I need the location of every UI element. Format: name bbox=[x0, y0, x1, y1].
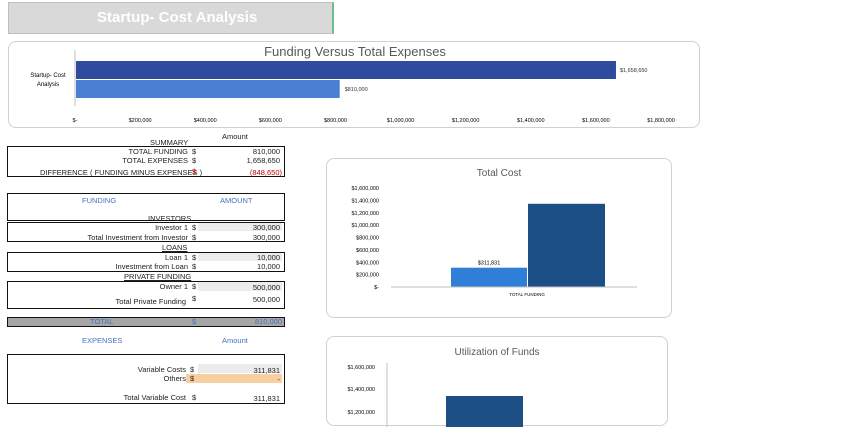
chart2-data-label: $311,831 bbox=[478, 261, 501, 267]
chart1-category-label: Analysis bbox=[37, 82, 59, 88]
variable-costs-currency: $ bbox=[190, 365, 195, 374]
chart1-data-label: $810,000 bbox=[345, 87, 368, 93]
owner1-value: 500,000 bbox=[252, 283, 280, 292]
chart3-title: Utilization of Funds bbox=[454, 347, 539, 358]
difference-label: DIFFERENCE ( FUNDING MINUS EXPENSES ) bbox=[40, 168, 203, 177]
chart1-tick-label: $1,400,000 bbox=[517, 118, 545, 124]
chart1-category-label: Startup- Cost bbox=[30, 73, 66, 79]
total-expenses-currency: $ bbox=[192, 156, 197, 165]
total-variable-cost-value: 311,831 bbox=[253, 394, 280, 403]
chart1-title: Funding Versus Total Expenses bbox=[264, 44, 446, 59]
variable-costs-label: Variable Costs bbox=[137, 365, 186, 374]
investor1-currency: $ bbox=[192, 223, 197, 232]
chart2-tick-label: $1,200,000 bbox=[351, 211, 379, 217]
chart1-tick-label: $200,000 bbox=[129, 118, 152, 124]
chart2-tick-label: $400,000 bbox=[356, 260, 379, 266]
private-total-currency: $ bbox=[192, 294, 197, 303]
loan1-label: Loan 1 bbox=[165, 253, 188, 262]
chart1-tick-label: $1,800,000 bbox=[647, 118, 675, 124]
chart1-bar bbox=[76, 61, 616, 79]
investor1-label: Investor 1 bbox=[155, 223, 188, 232]
chart2-tick-label: $- bbox=[374, 285, 379, 291]
chart2-tick-label: $800,000 bbox=[356, 236, 379, 242]
private-total-label: Total Private Funding bbox=[115, 297, 186, 306]
loan-total-currency: $ bbox=[192, 262, 197, 271]
title-banner: Startup- Cost Analysis bbox=[8, 2, 334, 34]
chart2-title: Total Cost bbox=[477, 168, 522, 179]
chart2-tick-label: $1,600,000 bbox=[351, 186, 379, 192]
total-funding-value: 810,000 bbox=[252, 147, 280, 156]
chart2-tick-label: $1,400,000 bbox=[351, 198, 379, 204]
loan1-currency: $ bbox=[192, 253, 197, 262]
difference-value: (848,650) bbox=[249, 168, 282, 177]
funding-total-value: 810,000 bbox=[254, 317, 282, 326]
chart3-bar bbox=[446, 396, 523, 432]
funding-total-label: TOTAL bbox=[90, 317, 114, 326]
page-title: Startup- Cost Analysis bbox=[97, 9, 258, 26]
funding-total-currency: $ bbox=[192, 317, 197, 326]
private-total-value: 500,000 bbox=[252, 295, 280, 304]
loan1-value: 10,000 bbox=[257, 253, 280, 262]
chart2-tick-label: $1,000,000 bbox=[351, 223, 379, 229]
chart1-tick-label: $1,000,000 bbox=[387, 118, 415, 124]
owner1-label: Owner 1 bbox=[159, 282, 188, 291]
expenses-amount-header: Amount bbox=[222, 336, 248, 345]
investor-total-value: 300,000 bbox=[252, 233, 280, 242]
funding-header: FUNDING bbox=[82, 196, 117, 205]
private-funding-heading: PRIVATE FUNDING bbox=[124, 272, 192, 281]
loan-total-value: 10,000 bbox=[257, 262, 280, 271]
chart2-tick-label: $600,000 bbox=[356, 248, 379, 254]
loan-total-label: Investment from Loan bbox=[115, 262, 188, 271]
chart3-tick-label: $1,400,000 bbox=[347, 387, 375, 393]
total-cost-chart-card: Total Cost $- $200,000 $400,000 $600,000 $800… bbox=[326, 158, 672, 318]
expenses-header: EXPENSES bbox=[82, 336, 123, 345]
chart2-category-label: TOTAL FUNDING bbox=[509, 292, 545, 297]
total-expenses-label: TOTAL EXPENSES bbox=[122, 156, 188, 165]
chart2-tick-label: $200,000 bbox=[356, 273, 379, 279]
total-expenses-value: 1,658,650 bbox=[246, 156, 280, 165]
others-label: Others bbox=[163, 374, 186, 383]
funding-amount-header: AMOUNT bbox=[220, 196, 253, 205]
investor-total-label: Total Investment from Investor bbox=[87, 233, 188, 242]
chart1-tick-label: $400,000 bbox=[194, 118, 217, 124]
chart1-tick-label: $800,000 bbox=[324, 118, 347, 124]
chart3-tick-label: $1,200,000 bbox=[347, 410, 375, 416]
total-funding-currency: $ bbox=[192, 147, 197, 156]
others-value: - bbox=[277, 375, 281, 384]
difference-currency: $ bbox=[192, 167, 197, 176]
total-variable-cost-currency: $ bbox=[192, 393, 197, 402]
chart1-tick-label: $- bbox=[73, 118, 78, 124]
loans-heading: LOANS bbox=[162, 243, 188, 252]
funding-vs-expenses-chart: Funding Versus Total Expenses Startup- Co… bbox=[30, 44, 675, 124]
investor-total-currency: $ bbox=[192, 233, 197, 242]
chart1-tick-label: $1,600,000 bbox=[582, 118, 610, 124]
utilization-chart: Utilization of Funds $1,600,000 $1,400,000… bbox=[347, 347, 540, 432]
chart1-data-label: $1,658,650 bbox=[620, 68, 648, 74]
chart2-bar bbox=[528, 203, 605, 287]
total-funding-label: TOTAL FUNDING bbox=[128, 147, 188, 156]
chart2-bar bbox=[451, 267, 527, 287]
funding-vs-expenses-chart-card: Funding Versus Total Expenses Startup- Co… bbox=[8, 41, 700, 128]
total-cost-chart: Total Cost $- $200,000 $400,000 $600,000 $800… bbox=[351, 168, 637, 297]
chart1-bar bbox=[76, 80, 340, 98]
total-variable-cost-label: Total Variable Cost bbox=[123, 393, 186, 402]
variable-costs-value: 311,831 bbox=[253, 366, 280, 375]
summary-amount-header: Amount bbox=[222, 132, 248, 141]
chart3-tick-label: $1,600,000 bbox=[347, 365, 375, 371]
others-currency: $ bbox=[190, 374, 195, 383]
chart1-tick-label: $600,000 bbox=[259, 118, 282, 124]
chart1-tick-label: $1,200,000 bbox=[452, 118, 480, 124]
investor1-value: 300,000 bbox=[252, 223, 280, 232]
utilization-chart-card: Utilization of Funds $1,600,000 $1,400,000… bbox=[326, 336, 668, 432]
owner1-currency: $ bbox=[192, 282, 197, 291]
